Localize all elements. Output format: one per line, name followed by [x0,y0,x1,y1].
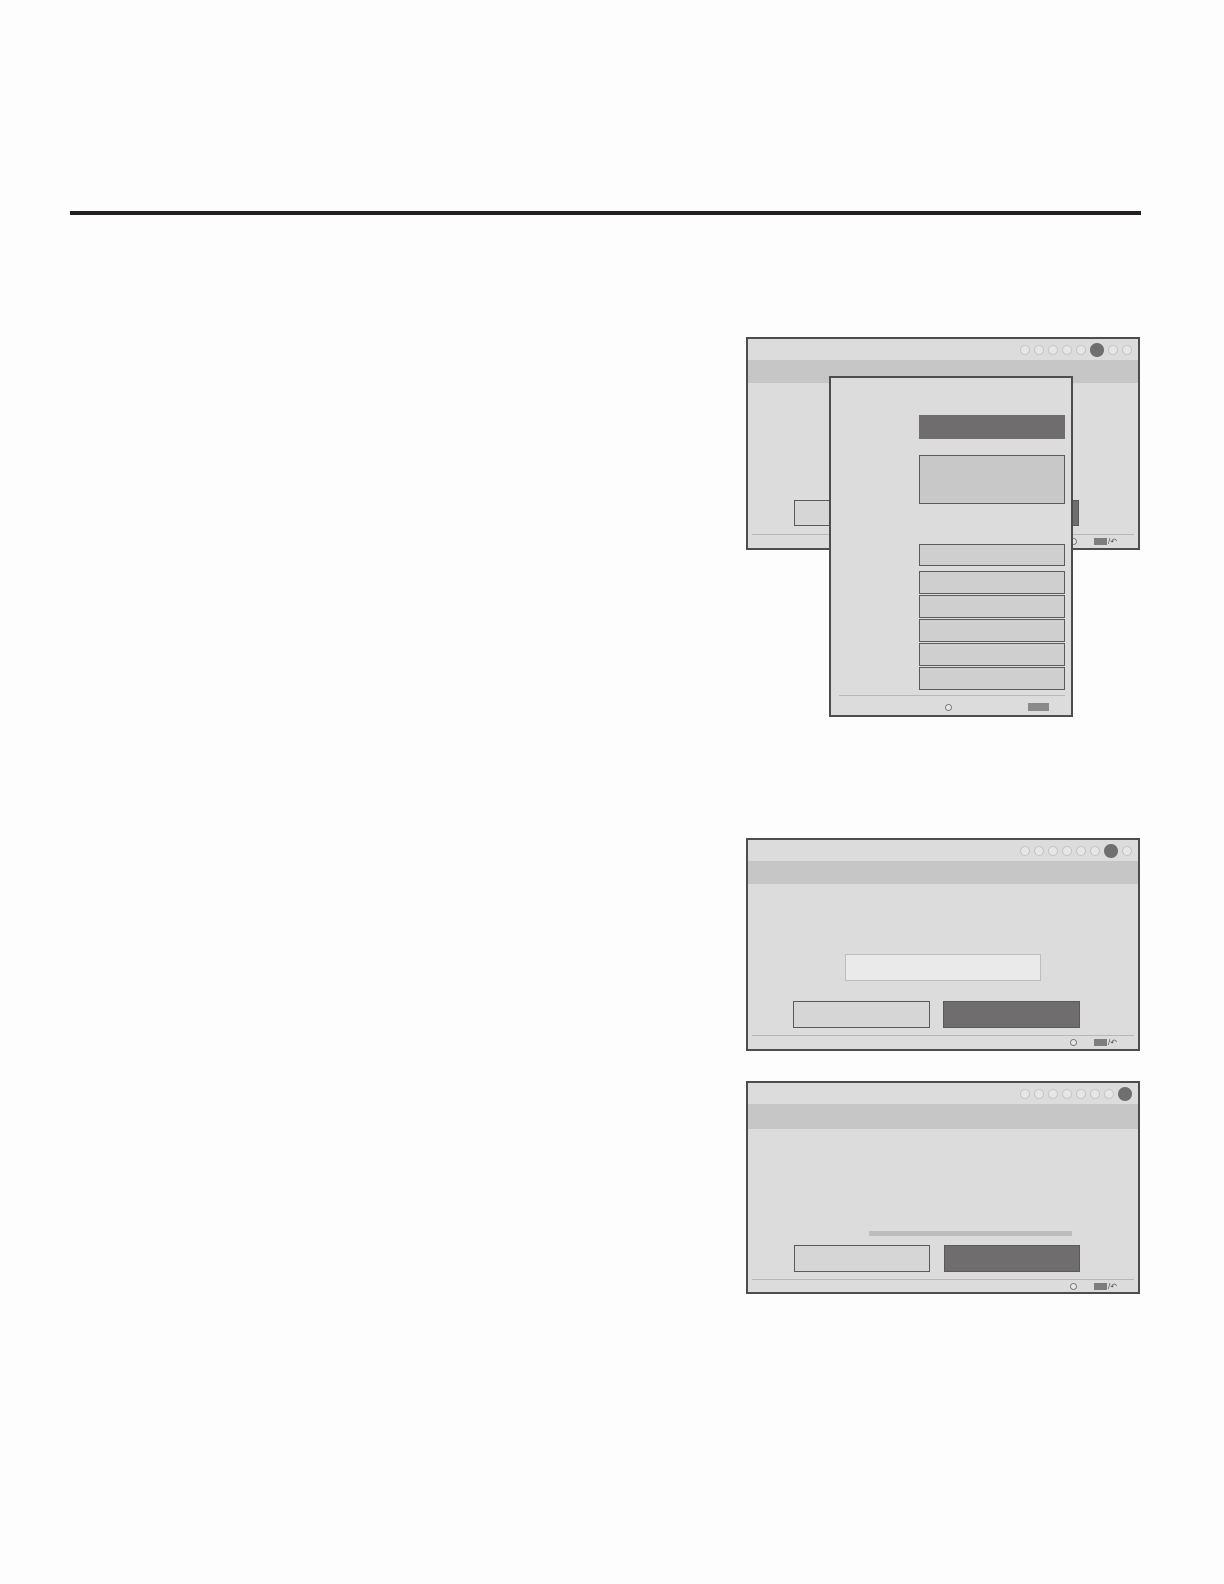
popup-option-selected[interactable] [919,415,1065,439]
back-arrow-icon: /↶ [1108,1282,1117,1291]
header-band [748,1104,1138,1129]
popup-info-box [919,455,1065,504]
step-indicator [1020,343,1132,357]
section-rule [70,211,1141,215]
popup-option[interactable] [919,595,1065,618]
step-dot-active [1118,1087,1132,1101]
back-arrow-icon: /↶ [1108,1038,1117,1047]
step-dot-active [1090,343,1104,357]
title-bar [748,1083,1138,1104]
step-dot [1048,345,1058,355]
navigation-icon [1070,1039,1077,1046]
exit-key-icon [1094,1039,1107,1046]
step-dot [1020,846,1030,856]
back-arrow-icon: /↶ [1108,537,1117,546]
step-dot [1076,846,1086,856]
popup-option[interactable] [919,643,1065,666]
right-button[interactable] [943,1001,1080,1028]
right-button[interactable] [944,1245,1080,1272]
step-dot [1020,345,1030,355]
exit-key-icon[interactable] [1028,703,1049,711]
step-dot [1076,345,1086,355]
step-dot [1076,1089,1086,1099]
input-field[interactable] [845,954,1041,981]
right-button[interactable] [1072,500,1079,526]
step-dot [1048,1089,1058,1099]
popup-option[interactable] [919,619,1065,642]
step-dot [1122,846,1132,856]
popup-footer-divider [839,695,1065,696]
step-dot [1104,1089,1114,1099]
left-button[interactable] [793,1001,930,1028]
step-dot [1122,345,1132,355]
step-dot-active [1104,844,1118,858]
setup-screen-2: /↶ [746,838,1140,1051]
step-dot [1062,345,1072,355]
left-button[interactable] [794,1245,930,1272]
step-dot [1048,846,1058,856]
header-band [748,861,1138,884]
exit-key-icon [1094,1283,1107,1290]
step-indicator [1020,844,1132,858]
step-dot [1034,846,1044,856]
step-dot [1062,1089,1072,1099]
exit-key-icon [1094,538,1107,545]
popup-option[interactable] [919,571,1065,594]
title-bar [748,339,1138,360]
popup-option[interactable] [919,667,1065,690]
setup-screen-3: /↶ [746,1081,1140,1294]
title-bar [748,840,1138,861]
step-dot [1108,345,1118,355]
navigation-icon [1070,1283,1077,1290]
step-dot [1034,1089,1044,1099]
popup-option[interactable] [919,544,1065,566]
footer-divider [752,1279,1134,1280]
selection-popup [829,376,1073,717]
step-dot [1090,846,1100,856]
footer-divider [752,1035,1134,1036]
left-button[interactable] [794,500,834,526]
step-dot [1090,1089,1100,1099]
step-dot [1034,345,1044,355]
navigation-icon [945,704,952,711]
step-indicator [1020,1087,1132,1101]
step-dot [1020,1089,1030,1099]
step-dot [1062,846,1072,856]
progress-bar [869,1231,1072,1236]
